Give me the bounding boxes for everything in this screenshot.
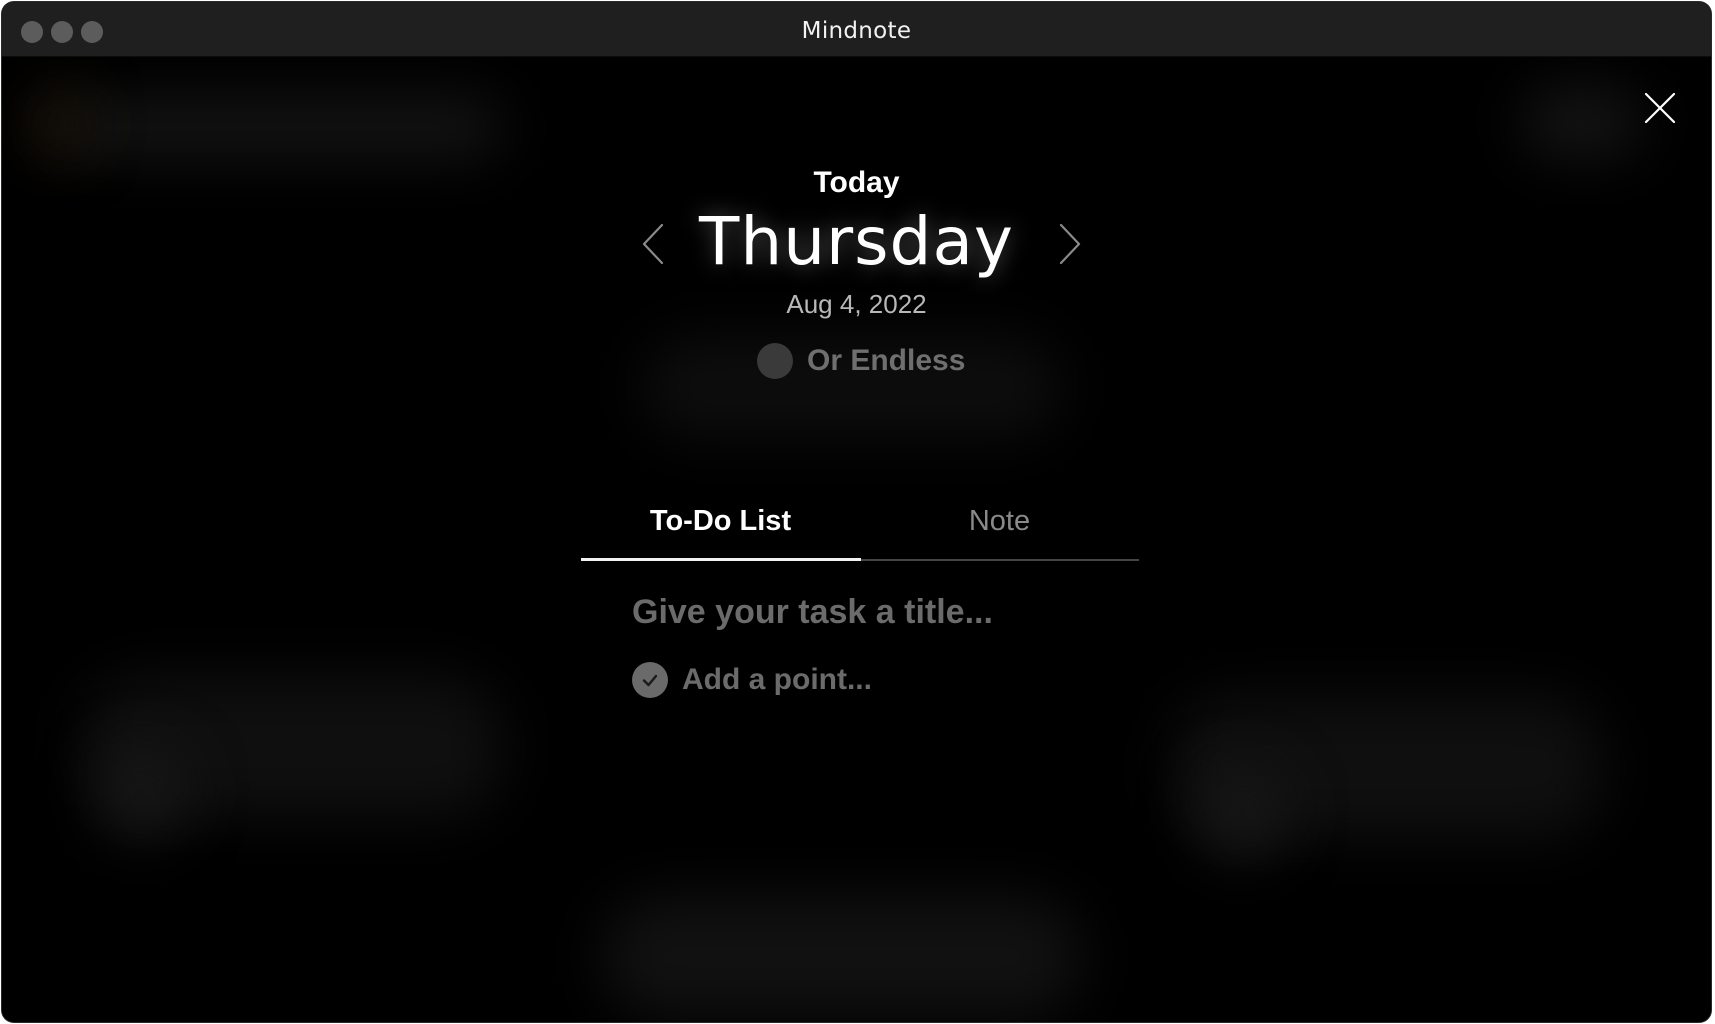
background-blur: [1522, 87, 1642, 157]
tab-note[interactable]: Note: [860, 505, 1139, 561]
date-label: Aug 4, 2022: [786, 289, 927, 319]
day-name: Thursday: [699, 203, 1014, 280]
tab-bar: To-Do List Note: [581, 505, 1139, 563]
add-point-row: [632, 662, 1042, 698]
endless-toggle-label: Or Endless: [807, 344, 966, 377]
today-label: Today: [813, 166, 900, 199]
app-window: Mindnote Today Thursday Aug 4, 2022 Or E…: [2, 2, 1711, 1022]
chevron-right-icon: [1059, 223, 1081, 265]
endless-toggle[interactable]: Or Endless: [757, 341, 965, 381]
background-blur: [602, 897, 1082, 1017]
point-checkbox[interactable]: [632, 662, 668, 698]
active-tab-indicator: [581, 558, 861, 561]
window-title: Mindnote: [801, 18, 912, 44]
task-title-input[interactable]: [632, 593, 1132, 632]
background-blur: [32, 87, 82, 157]
background-blur: [97, 747, 187, 837]
background-blur: [1197, 767, 1287, 857]
add-point-input[interactable]: [682, 663, 1042, 697]
title-bar: Mindnote: [2, 2, 1711, 57]
close-button[interactable]: [1642, 90, 1678, 126]
tab-todo-list[interactable]: To-Do List: [581, 505, 860, 561]
close-icon: [1644, 92, 1676, 124]
endless-toggle-indicator[interactable]: [757, 343, 793, 379]
background-blur: [42, 97, 502, 157]
main-content: Today Thursday Aug 4, 2022 Or Endless To…: [2, 57, 1711, 1022]
check-icon: [642, 674, 658, 687]
next-day-button[interactable]: [1057, 222, 1083, 266]
